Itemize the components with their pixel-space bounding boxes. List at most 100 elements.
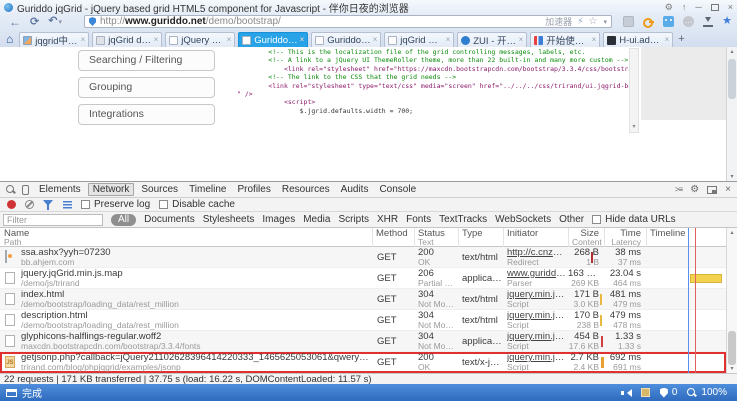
tab-zui[interactable]: ZUI - 开源HTM× [457,32,527,47]
panel-tab-network[interactable]: Network [88,183,135,196]
reader-extension-icon[interactable] [663,16,674,27]
panel-tab-timeline[interactable]: Timeline [189,184,226,195]
accelerator-label[interactable]: 加速器 [545,15,572,28]
panel-toggle-icon[interactable]: ↑ [682,3,687,12]
console-drawer-icon[interactable]: >≡ [675,185,682,194]
refresh-button[interactable]: ⟳ [30,15,39,29]
zoom-magnifier-icon[interactable] [687,388,697,398]
tab-close-icon[interactable]: × [227,36,232,44]
zoom-level[interactable]: 100% [701,387,727,398]
scrollbar-thumb[interactable] [728,331,736,365]
preserve-log-checkbox[interactable]: Preserve log [81,199,150,210]
code-scrollbar[interactable]: ▾ [629,48,639,133]
tab-jqgrid-baidu[interactable]: jqgrid中文_百度× [19,32,89,47]
bookmark-caret-icon[interactable]: ▾ [603,18,607,26]
tab-close-icon[interactable]: × [519,36,524,44]
column-header-size[interactable]: SizeContent [568,228,604,247]
scroll-up-icon[interactable]: ▴ [727,48,737,55]
network-request-row[interactable]: jquery.jqGrid.min.js.map/demo/js/trirand… [0,268,726,289]
tab-close-icon[interactable]: × [154,36,159,44]
panel-tab-profiles[interactable]: Profiles [237,184,270,195]
tab-getting-started[interactable]: 开始使用 - Com× [530,32,600,47]
home-button[interactable]: ⌂ [6,33,13,46]
request-initiator-link[interactable]: jquery.min.js:4 [507,353,567,363]
sidebar-item-integrations[interactable]: Integrations [78,104,215,125]
checkbox-icon[interactable] [159,200,168,209]
view-options-icon[interactable] [63,201,72,209]
tab-jqgrid-demos[interactable]: jqGrid demos-× [92,32,162,47]
tab-guriddo-jqgrid[interactable]: Guriddo jqGrid× [311,32,381,47]
filter-type-other[interactable]: Other [559,214,584,225]
adblock-shield-icon[interactable] [660,388,668,398]
request-initiator-link[interactable]: jquery.min.js:4 [507,290,567,300]
scroll-up-icon[interactable]: ▴ [727,229,737,236]
scroll-down-icon[interactable]: ▾ [630,123,638,132]
speaker-icon[interactable] [621,388,631,398]
scrollbar-thumb[interactable] [728,59,736,99]
request-initiator-link[interactable]: jquery.min.js:3 [507,332,567,342]
minimize-button[interactable]: ─ [695,3,701,12]
maximize-button[interactable] [711,4,719,11]
back-button[interactable]: ← [9,15,21,29]
download-icon[interactable] [703,16,713,27]
tab-close-icon[interactable]: × [81,36,86,44]
password-key-icon[interactable] [643,16,654,27]
panel-tab-audits[interactable]: Audits [341,184,369,195]
scroll-down-icon[interactable]: ▾ [727,365,737,372]
checkbox-icon[interactable] [81,200,90,209]
clear-requests-icon[interactable] [25,200,34,209]
device-mode-icon[interactable] [22,185,29,195]
close-button[interactable]: × [728,3,733,12]
new-tab-button[interactable]: + [678,33,684,45]
tab-close-icon[interactable]: × [373,36,378,44]
bookmark-star-icon[interactable]: ☆ [589,17,598,27]
filter-type-xhr[interactable]: XHR [377,214,398,225]
sidebar-item-searching-filtering[interactable]: Searching / Filtering [78,50,215,71]
tab-close-icon[interactable]: × [665,36,670,44]
devtools-close-icon[interactable]: × [725,184,731,195]
column-header-name[interactable]: NamePath [0,228,372,247]
filter-type-stylesheets[interactable]: Stylesheets [203,214,255,225]
column-header-status[interactable]: StatusText [414,228,458,247]
column-header-initiator[interactable]: Initiator [503,228,568,247]
more-menu-icon[interactable]: … [683,16,694,27]
filter-input[interactable] [3,214,103,226]
column-header-timeline[interactable]: Timeline [646,228,726,247]
devtools-scrollbar[interactable]: ▴ ▾ [726,228,737,373]
scroll-down-icon[interactable]: ▾ [727,173,737,180]
skin-gear-icon[interactable]: ⚙ [665,3,673,12]
filter-type-images[interactable]: Images [262,214,295,225]
filter-type-texttracks[interactable]: TextTracks [439,214,487,225]
column-header-time[interactable]: TimeLatency [604,228,646,247]
undo-closed-tab-button[interactable]: ↶▾ [48,14,62,30]
network-request-row[interactable]: description.html/demo/bootstrap/loading_… [0,310,726,331]
filter-type-websockets[interactable]: WebSockets [495,214,551,225]
dock-side-icon[interactable] [707,186,717,194]
column-header-type[interactable]: Type [458,228,503,247]
request-initiator-link[interactable]: www.guriddo.net/:1 [507,269,567,279]
page-scrollbar[interactable]: ▴ ▾ [726,47,737,181]
tab-jqgrid-demos-2[interactable]: jqGrid Demos× [384,32,454,47]
tab-close-icon[interactable]: × [446,36,451,44]
inspect-element-icon[interactable] [5,184,16,195]
filter-funnel-icon[interactable] [43,200,54,210]
network-request-row-selected[interactable]: JS getjsonp.php?callback=jQuery211026283… [0,352,726,373]
snapshot-extension-icon[interactable] [623,16,634,27]
filter-type-scripts[interactable]: Scripts [338,214,369,225]
filter-type-fonts[interactable]: Fonts [406,214,431,225]
filter-type-all[interactable]: All [111,214,136,226]
favorites-icon[interactable]: ★ [722,16,732,27]
network-request-row[interactable]: index.html/demo/bootstrap/loading_data/r… [0,289,726,310]
filter-type-documents[interactable]: Documents [144,214,195,225]
tab-close-icon[interactable]: × [592,36,597,44]
tab-guriddo-jqgrid-active[interactable]: Guriddo jqGrid× [238,32,308,47]
tab-hui-admin[interactable]: H-ui.admin V2.× [603,32,673,47]
panel-tab-sources[interactable]: Sources [141,184,178,195]
record-button[interactable] [7,200,16,209]
filter-type-media[interactable]: Media [303,214,330,225]
tab-close-icon[interactable]: × [300,36,305,44]
panel-tab-resources[interactable]: Resources [282,184,330,195]
tab-jquery-grid-plugin[interactable]: jQuery Grid Plu× [165,32,235,47]
disable-cache-checkbox[interactable]: Disable cache [159,199,235,210]
request-initiator-link[interactable]: http://c.cnzz.com/cor... [507,248,567,258]
